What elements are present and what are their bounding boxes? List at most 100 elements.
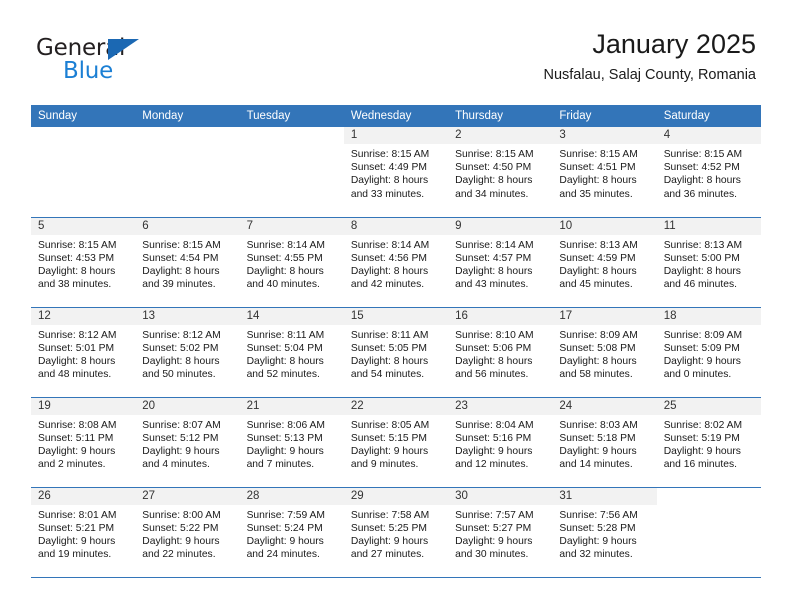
daylight-text-line2: and 32 minutes. [559,549,633,561]
calendar-day-cell[interactable]: 9 Sunrise: 8:14 AM Sunset: 4:57 PM Daylight… [448,217,553,308]
calendar-day-cell[interactable]: 22 Sunrise: 8:05 AM Sunset: 5:15 PM Dayligh… [343,397,449,488]
sunrise-text: Sunrise: 8:13 AM [559,239,638,251]
day-details: Sunrise: 8:15 AM Sunset: 4:54 PM Daylight:… [135,235,239,292]
sunrise-text: Sunrise: 8:11 AM [350,329,429,341]
sunrise-text: Sunrise: 8:03 AM [559,419,638,431]
sunrise-text: Sunrise: 8:12 AM [38,329,117,341]
day-number: 27 [135,487,240,505]
daylight-text-line2: and 7 minutes. [246,459,315,471]
day-cell-inner: 29 Sunrise: 7:58 AM Sunset: 5:25 PM Dayligh… [343,487,449,577]
daylight-text-line2: and 14 minutes. [559,459,633,471]
day-cell-inner: 28 Sunrise: 7:59 AM Sunset: 5:24 PM Dayligh… [239,487,344,577]
day-details: Sunrise: 8:00 AM Sunset: 5:22 PM Daylight:… [135,505,239,562]
calendar-day-cell[interactable]: 5 Sunrise: 8:15 AM Sunset: 4:53 PM Daylight… [31,217,136,308]
day-number: 19 [31,397,136,415]
daylight-text-line1: Daylight: 8 hours [455,175,533,187]
sunset-text: Sunset: 5:18 PM [559,432,636,444]
day-details: Sunrise: 8:14 AM Sunset: 4:56 PM Daylight:… [344,235,448,292]
calendar-day-cell[interactable]: 17 Sunrise: 8:09 AM Sunset: 5:08 PM Dayligh… [552,307,657,398]
day-cell-inner [656,487,761,577]
calendar-day-cell[interactable]: 24 Sunrise: 8:03 AM Sunset: 5:18 PM Dayligh… [552,397,657,488]
day-cell-inner: 13 Sunrise: 8:12 AM Sunset: 5:02 PM Dayligh… [135,307,240,397]
sunrise-text: Sunrise: 7:56 AM [559,509,638,521]
daylight-text-line2: and 54 minutes. [350,369,425,381]
calendar-day-cell[interactable]: 27 Sunrise: 8:00 AM Sunset: 5:22 PM Dayligh… [135,487,240,578]
sunset-text: Sunset: 4:50 PM [455,162,532,174]
calendar-week-row: 26 Sunrise: 8:01 AM Sunset: 5:21 PM Dayligh… [31,487,761,578]
calendar-day-cell[interactable]: 21 Sunrise: 8:06 AM Sunset: 5:13 PM Dayligh… [239,397,344,488]
day-cell-inner [135,127,240,217]
day-number: 12 [31,307,136,325]
calendar-week-row: 12 Sunrise: 8:12 AM Sunset: 5:01 PM Dayligh… [31,307,761,398]
generalblue-logo[interactable]: General Blue [36,36,216,88]
day-number: 26 [31,487,136,505]
calendar-day-cell[interactable]: 3 Sunrise: 8:15 AM Sunset: 4:51 PM Daylight… [552,127,657,218]
calendar-day-cell[interactable]: 8 Sunrise: 8:14 AM Sunset: 4:56 PM Daylight… [343,217,449,308]
calendar-day-cell[interactable]: 6 Sunrise: 8:15 AM Sunset: 4:54 PM Daylight… [135,217,240,308]
sunset-text: Sunset: 5:16 PM [455,432,532,444]
calendar-day-cell[interactable]: 30 Sunrise: 7:57 AM Sunset: 5:27 PM Dayligh… [448,487,553,578]
calendar-day-cell[interactable]: 29 Sunrise: 7:58 AM Sunset: 5:25 PM Dayligh… [343,487,449,578]
day-cell-inner: 30 Sunrise: 7:57 AM Sunset: 5:27 PM Dayligh… [448,487,553,577]
calendar-day-cell[interactable]: 18 Sunrise: 8:09 AM Sunset: 5:09 PM Dayligh… [656,307,761,398]
calendar-day-cell[interactable]: 7 Sunrise: 8:14 AM Sunset: 4:55 PM Daylight… [239,217,344,308]
day-details: Sunrise: 8:03 AM Sunset: 5:18 PM Daylight:… [552,415,656,472]
calendar-page: General Blue January 2025 Nusfalau, Sala… [0,0,792,612]
daylight-text-line1: Daylight: 9 hours [142,445,220,457]
calendar-day-cell[interactable]: 20 Sunrise: 8:07 AM Sunset: 5:12 PM Dayligh… [135,397,240,488]
calendar-day-cell[interactable]: 28 Sunrise: 7:59 AM Sunset: 5:24 PM Dayligh… [239,487,344,578]
daylight-text-line2: and 52 minutes. [246,369,320,381]
calendar-day-cell[interactable]: 16 Sunrise: 8:10 AM Sunset: 5:06 PM Dayligh… [448,307,553,398]
sunset-text: Sunset: 5:05 PM [350,342,427,354]
daylight-text-line1: Daylight: 8 hours [350,175,429,187]
calendar-day-cell[interactable]: 11 Sunrise: 8:13 AM Sunset: 5:00 PM Dayligh… [656,217,761,308]
calendar-day-cell[interactable]: 12 Sunrise: 8:12 AM Sunset: 5:01 PM Dayligh… [31,307,136,398]
sunset-text: Sunset: 4:54 PM [142,252,219,264]
daylight-text-line1: Daylight: 9 hours [38,535,116,547]
calendar-day-cell-empty [135,127,240,218]
day-cell-inner: 9 Sunrise: 8:14 AM Sunset: 4:57 PM Daylight… [448,217,553,307]
sunrise-text: Sunrise: 8:08 AM [38,419,117,431]
weekday-header-tuesday: Tuesday [239,105,344,127]
calendar-day-cell[interactable]: 2 Sunrise: 8:15 AM Sunset: 4:50 PM Daylight… [448,127,553,218]
day-details: Sunrise: 8:09 AM Sunset: 5:09 PM Daylight:… [657,325,761,382]
sunset-text: Sunset: 4:52 PM [663,162,740,174]
daylight-text-line2: and 45 minutes. [559,279,633,291]
day-details: Sunrise: 8:15 AM Sunset: 4:53 PM Daylight:… [31,235,135,292]
day-cell-inner: 31 Sunrise: 7:56 AM Sunset: 5:28 PM Dayligh… [552,487,657,577]
sunrise-text: Sunrise: 8:06 AM [246,419,325,431]
sunset-text: Sunset: 5:22 PM [142,522,219,534]
day-number: 23 [448,397,553,415]
day-number: 31 [552,487,657,505]
calendar-day-cell[interactable]: 14 Sunrise: 8:11 AM Sunset: 5:04 PM Dayligh… [239,307,344,398]
sunrise-text: Sunrise: 8:14 AM [455,239,534,251]
calendar-day-cell[interactable]: 10 Sunrise: 8:13 AM Sunset: 4:59 PM Dayligh… [552,217,657,308]
sunset-text: Sunset: 4:53 PM [38,252,115,264]
calendar-day-cell[interactable]: 31 Sunrise: 7:56 AM Sunset: 5:28 PM Dayligh… [552,487,657,578]
daylight-text-line2: and 22 minutes. [142,549,216,561]
calendar-week-row: 1 Sunrise: 8:15 AM Sunset: 4:49 PM Daylight… [31,127,761,218]
weekday-header-sunday: Sunday [31,105,136,127]
calendar-day-cell[interactable]: 1 Sunrise: 8:15 AM Sunset: 4:49 PM Daylight… [343,127,449,218]
daylight-text-line1: Daylight: 8 hours [38,265,116,277]
calendar-day-cell[interactable]: 15 Sunrise: 8:11 AM Sunset: 5:05 PM Dayligh… [343,307,449,398]
daylight-text-line2: and 46 minutes. [663,279,737,291]
daylight-text-line1: Daylight: 9 hours [142,535,220,547]
daylight-text-line2: and 40 minutes. [246,279,320,291]
sunset-text: Sunset: 5:27 PM [455,522,532,534]
day-cell-inner: 27 Sunrise: 8:00 AM Sunset: 5:22 PM Dayligh… [135,487,240,577]
calendar-day-cell[interactable]: 13 Sunrise: 8:12 AM Sunset: 5:02 PM Dayligh… [135,307,240,398]
calendar-day-cell[interactable]: 4 Sunrise: 8:15 AM Sunset: 4:52 PM Daylight… [656,127,761,218]
calendar-day-cell[interactable]: 23 Sunrise: 8:04 AM Sunset: 5:16 PM Dayligh… [448,397,553,488]
sunset-text: Sunset: 5:11 PM [38,432,114,444]
calendar-day-cell[interactable]: 26 Sunrise: 8:01 AM Sunset: 5:21 PM Dayligh… [31,487,136,578]
sunrise-text: Sunrise: 8:01 AM [38,509,117,521]
calendar-day-cell[interactable]: 25 Sunrise: 8:02 AM Sunset: 5:19 PM Dayligh… [656,397,761,488]
daylight-text-line2: and 43 minutes. [455,279,529,291]
calendar-day-cell-empty [31,127,136,218]
daylight-text-line1: Daylight: 8 hours [455,355,533,367]
day-number: 13 [135,307,240,325]
calendar-day-cell[interactable]: 19 Sunrise: 8:08 AM Sunset: 5:11 PM Dayligh… [31,397,136,488]
daylight-text-line2: and 0 minutes. [663,369,732,381]
day-cell-inner: 26 Sunrise: 8:01 AM Sunset: 5:21 PM Dayligh… [31,487,136,577]
